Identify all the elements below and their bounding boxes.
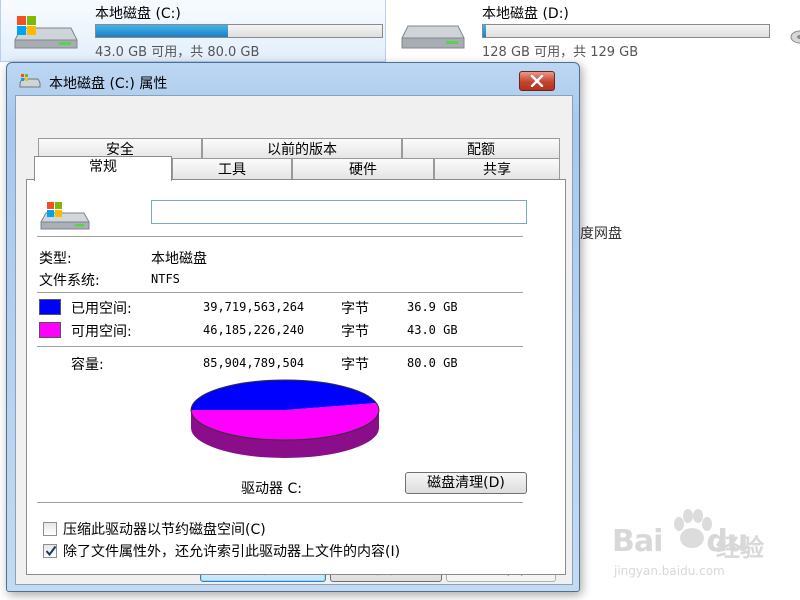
drive-free-space: 43.0 GB 可用，共 80.0 GB — [95, 45, 260, 60]
used-space-unit: 字节 — [341, 301, 369, 317]
capacity-bar — [95, 24, 383, 38]
drive-letter-label: 驱动器 C: — [241, 481, 302, 497]
used-space-label: 已用空间: — [71, 301, 132, 317]
drive-icon-partial — [790, 30, 800, 44]
divider — [37, 292, 523, 294]
watermark-url: jingyan.baidu.com — [614, 564, 725, 578]
general-tab-panel: 类型: 本地磁盘 文件系统: NTFS 已用空间: 39,719,563,264… — [26, 179, 566, 575]
type-label: 类型: — [39, 251, 72, 267]
drive-icon — [40, 202, 90, 230]
drive-name: 本地磁盘 (C:) — [95, 6, 181, 22]
baidu-jingyan-watermark: Bai du 经验 jingyan.baidu.com — [612, 508, 792, 588]
volume-label-input[interactable] — [151, 200, 527, 224]
index-checkbox[interactable] — [43, 544, 57, 558]
network-drive-label[interactable]: 度网盘 — [580, 223, 622, 243]
free-space-size: 43.0 GB — [407, 323, 458, 337]
tab-sharing[interactable]: 共享 — [434, 158, 560, 180]
disk-cleanup-button[interactable]: 磁盘清理(D) — [405, 472, 527, 494]
properties-dialog: 本地磁盘 (C:) 属性 安全 以前的版本 配额 常规 工具 硬件 共享 类型:… — [6, 62, 580, 592]
watermark-brand: 经验 — [716, 534, 764, 562]
drive-tile-d[interactable]: 本地磁盘 (D:) 128 GB 可用，共 129 GB — [398, 0, 778, 62]
tab-hardware[interactable]: 硬件 — [292, 158, 434, 180]
capacity-label: 容量: — [71, 357, 104, 373]
free-space-swatch — [39, 322, 61, 338]
hard-drive-icon — [19, 74, 41, 88]
checkmark-icon — [45, 545, 57, 557]
drive-tile-c[interactable]: 本地磁盘 (C:) 43.0 GB 可用，共 80.0 GB — [0, 0, 386, 62]
file-system-value: NTFS — [151, 272, 180, 286]
divider — [37, 236, 523, 238]
tab-tools[interactable]: 工具 — [172, 158, 292, 180]
hard-drive-icon — [14, 16, 78, 49]
capacity-bar — [482, 24, 770, 38]
window-title: 本地磁盘 (C:) 属性 — [49, 76, 168, 92]
compress-checkbox-label: 压缩此驱动器以节约磁盘空间(C) — [63, 522, 266, 538]
dialog-client-area: 安全 以前的版本 配额 常规 工具 硬件 共享 类型: 本地磁盘 文件系统: N… — [15, 95, 573, 585]
disk-usage-pie-chart — [190, 379, 380, 458]
title-bar[interactable]: 本地磁盘 (C:) 属性 — [7, 63, 579, 93]
tab-general[interactable]: 常规 — [34, 156, 172, 181]
capacity-bar-fill — [483, 25, 486, 37]
paw-icon — [674, 509, 712, 548]
tab-previous-versions[interactable]: 以前的版本 — [202, 138, 402, 160]
close-button[interactable] — [519, 71, 555, 91]
type-value: 本地磁盘 — [151, 251, 207, 267]
capacity-bytes: 85,904,789,504 — [203, 356, 305, 370]
drive-free-space: 128 GB 可用，共 129 GB — [482, 45, 639, 60]
drive-name: 本地磁盘 (D:) — [482, 6, 569, 22]
hard-drive-icon — [401, 25, 465, 49]
capacity-unit: 字节 — [341, 357, 369, 373]
used-space-swatch — [39, 299, 61, 315]
capacity-bar-fill — [96, 25, 228, 37]
file-system-label: 文件系统: — [39, 273, 100, 289]
free-space-unit: 字节 — [341, 324, 369, 340]
divider — [37, 502, 523, 504]
compress-checkbox[interactable] — [43, 522, 57, 536]
capacity-size: 80.0 GB — [407, 356, 458, 370]
tab-quota[interactable]: 配额 — [402, 138, 560, 160]
close-icon — [530, 75, 544, 87]
used-space-bytes: 39,719,563,264 — [203, 300, 305, 314]
free-space-bytes: 46,185,226,240 — [203, 323, 305, 337]
free-space-label: 可用空间: — [71, 324, 132, 340]
index-checkbox-label: 除了文件属性外，还允许索引此驱动器上文件的内容(I) — [63, 544, 401, 560]
used-space-size: 36.9 GB — [407, 300, 458, 314]
divider — [37, 346, 523, 348]
